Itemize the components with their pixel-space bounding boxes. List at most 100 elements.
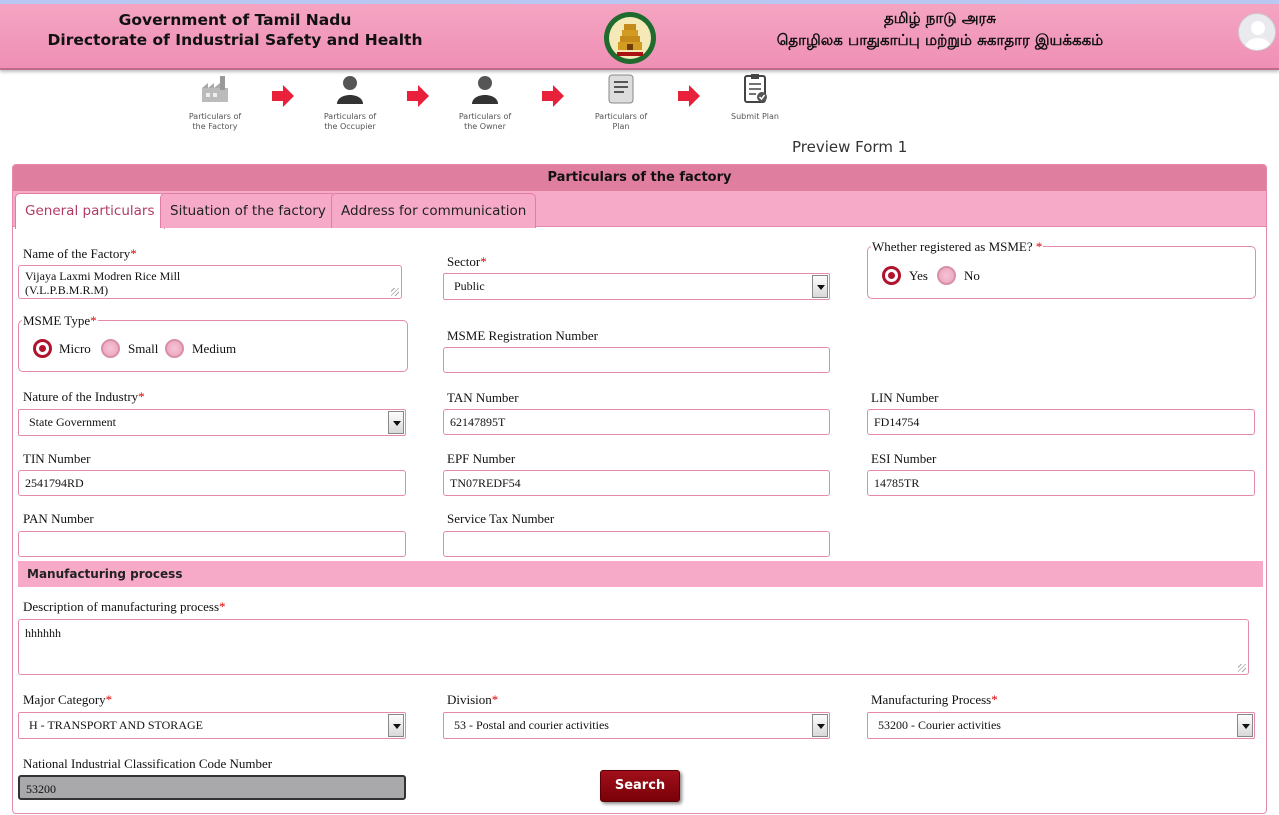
step-submit-line1: Submit Plan — [731, 112, 779, 121]
chevron-down-icon[interactable] — [812, 714, 828, 737]
step-plan[interactable]: Particulars of Plan — [581, 72, 661, 132]
msme-type-legend: MSME Type* — [22, 313, 98, 329]
sector-value: Public — [454, 279, 485, 293]
user-avatar-icon — [1245, 21, 1271, 50]
step-factory[interactable]: Particulars of the Factory — [175, 72, 255, 132]
manufacturing-process-value: 53200 - Courier activities — [878, 718, 1001, 732]
msme-medium-radio[interactable] — [165, 339, 184, 358]
lin-number-input[interactable]: FD14754 — [867, 409, 1255, 435]
header-title-tamil: தமிழ் நாடு அரசு தொழிலக பாதுகாப்பு மற்றும… — [730, 7, 1150, 51]
msme-small-label: Small — [128, 341, 159, 356]
site-header: Government of Tamil Nadu Directorate of … — [0, 0, 1279, 70]
preview-form-label[interactable]: Preview Form 1 — [792, 138, 907, 156]
major-category-label: Major Category* — [23, 692, 113, 707]
clipboard-check-icon — [744, 74, 767, 103]
step-occupier[interactable]: Particulars of the Occupier — [310, 72, 390, 132]
esi-number-input[interactable]: 14785TR — [867, 470, 1255, 496]
lin-number-label: LIN Number — [871, 390, 939, 405]
msme-type-group: MSME Type* Micro Small Medium — [18, 313, 408, 372]
header-title-en-line1: Government of Tamil Nadu — [118, 11, 352, 29]
plan-icon — [608, 74, 634, 104]
header-title-ta-line2: தொழிலக பாதுகாப்பு மற்றும் சுகாதார இயக்கக… — [776, 31, 1104, 49]
arrow-right-icon — [272, 85, 294, 107]
tin-number-label: TIN Number — [23, 451, 91, 466]
factory-icon — [202, 76, 228, 102]
tab-situation-of-factory[interactable]: Situation of the factory — [160, 193, 336, 228]
step-owner[interactable]: Particulars of the Owner — [445, 72, 525, 132]
factory-particulars-panel: Particulars of the factory General parti… — [12, 164, 1267, 814]
tan-number-label: TAN Number — [447, 390, 519, 405]
tin-number-input[interactable]: 2541794RD — [18, 470, 406, 496]
msme-micro-radio[interactable] — [33, 339, 52, 358]
nature-of-industry-value: State Government — [29, 415, 116, 429]
resize-grip-icon[interactable] — [1238, 664, 1246, 672]
division-value: 53 - Postal and courier activities — [454, 718, 609, 732]
step-owner-line2: the Owner — [464, 122, 506, 131]
factory-name-label: Name of the Factory* — [23, 246, 137, 261]
header-title-english: Government of Tamil Nadu Directorate of … — [40, 10, 430, 50]
msme-micro-label: Micro — [59, 341, 91, 356]
msme-no-label: No — [964, 268, 980, 283]
major-category-value: H - TRANSPORT AND STORAGE — [29, 718, 203, 732]
step-submit[interactable]: Submit Plan — [715, 72, 795, 122]
user-icon — [337, 76, 363, 104]
user-avatar[interactable] — [1238, 13, 1276, 51]
header-top-line — [0, 0, 1279, 4]
msme-reg-number-input[interactable] — [443, 347, 830, 373]
division-select[interactable]: 53 - Postal and courier activities — [443, 712, 830, 739]
manufacturing-process-select[interactable]: 53200 - Courier activities — [867, 712, 1255, 739]
nature-of-industry-label: Nature of the Industry* — [23, 389, 145, 404]
step-plan-line2: Plan — [612, 122, 630, 131]
nic-code-input: 53200 — [18, 775, 406, 800]
header-title-ta-line1: தமிழ் நாடு அரசு — [883, 9, 997, 27]
progress-steps: Particulars of the Factory Particulars o… — [0, 72, 1279, 162]
service-tax-label: Service Tax Number — [447, 511, 555, 526]
step-factory-line2: the Factory — [192, 122, 238, 131]
description-label: Description of manufacturing process* — [23, 599, 226, 614]
msme-yes-radio[interactable] — [882, 266, 901, 285]
msme-registered-legend: Whether registered as MSME? * — [871, 239, 1044, 255]
major-category-select[interactable]: H - TRANSPORT AND STORAGE — [18, 712, 406, 739]
epf-number-label: EPF Number — [447, 451, 516, 466]
manufacturing-section-header: Manufacturing process — [18, 561, 1263, 587]
tan-number-input[interactable]: 62147895T — [443, 409, 830, 435]
msme-yes-label: Yes — [909, 268, 928, 283]
tamil-nadu-emblem-icon — [604, 12, 656, 64]
step-occupier-line1: Particulars of — [323, 112, 377, 121]
sector-label: Sector* — [447, 254, 487, 269]
nature-of-industry-select[interactable]: State Government — [18, 409, 406, 436]
tab-general-particulars[interactable]: General particulars — [15, 193, 165, 229]
pan-number-label: PAN Number — [23, 511, 94, 526]
resize-grip-icon[interactable] — [391, 288, 399, 296]
chevron-down-icon[interactable] — [388, 411, 404, 434]
division-label: Division* — [447, 692, 499, 707]
step-occupier-line2: the Occupier — [324, 122, 376, 131]
search-button[interactable]: Search — [600, 770, 680, 802]
esi-number-label: ESI Number — [871, 451, 937, 466]
description-value: hhhhhh — [25, 626, 61, 640]
arrow-right-icon — [407, 85, 429, 107]
msme-registered-group: Whether registered as MSME? * Yes No — [867, 239, 1256, 299]
pan-number-input[interactable] — [18, 531, 406, 557]
chevron-down-icon[interactable] — [1237, 714, 1253, 737]
description-textarea[interactable]: hhhhhh — [18, 619, 1249, 675]
tab-address-for-communication[interactable]: Address for communication — [331, 193, 537, 228]
arrow-right-icon — [678, 85, 700, 107]
msme-reg-number-label: MSME Registration Number — [447, 328, 598, 343]
factory-name-line1: Vijaya Laxmi Modren Rice Mill — [25, 269, 181, 283]
step-plan-line1: Particulars of — [594, 112, 648, 121]
step-owner-line1: Particulars of — [458, 112, 512, 121]
header-title-en-line2: Directorate of Industrial Safety and Hea… — [47, 31, 423, 49]
step-factory-line1: Particulars of — [188, 112, 242, 121]
manufacturing-process-label: Manufacturing Process* — [871, 692, 998, 707]
epf-number-input[interactable]: TN07REDF54 — [443, 470, 830, 496]
msme-small-radio[interactable] — [101, 339, 120, 358]
chevron-down-icon[interactable] — [812, 275, 828, 298]
service-tax-input[interactable] — [443, 531, 830, 557]
factory-name-textarea[interactable]: Vijaya Laxmi Modren Rice Mill (V.L.P.B.M… — [18, 265, 402, 299]
arrow-right-icon — [542, 85, 564, 107]
msme-no-radio[interactable] — [937, 266, 956, 285]
sector-select[interactable]: Public — [443, 273, 830, 300]
chevron-down-icon[interactable] — [388, 714, 404, 737]
panel-title: Particulars of the factory — [13, 165, 1266, 191]
